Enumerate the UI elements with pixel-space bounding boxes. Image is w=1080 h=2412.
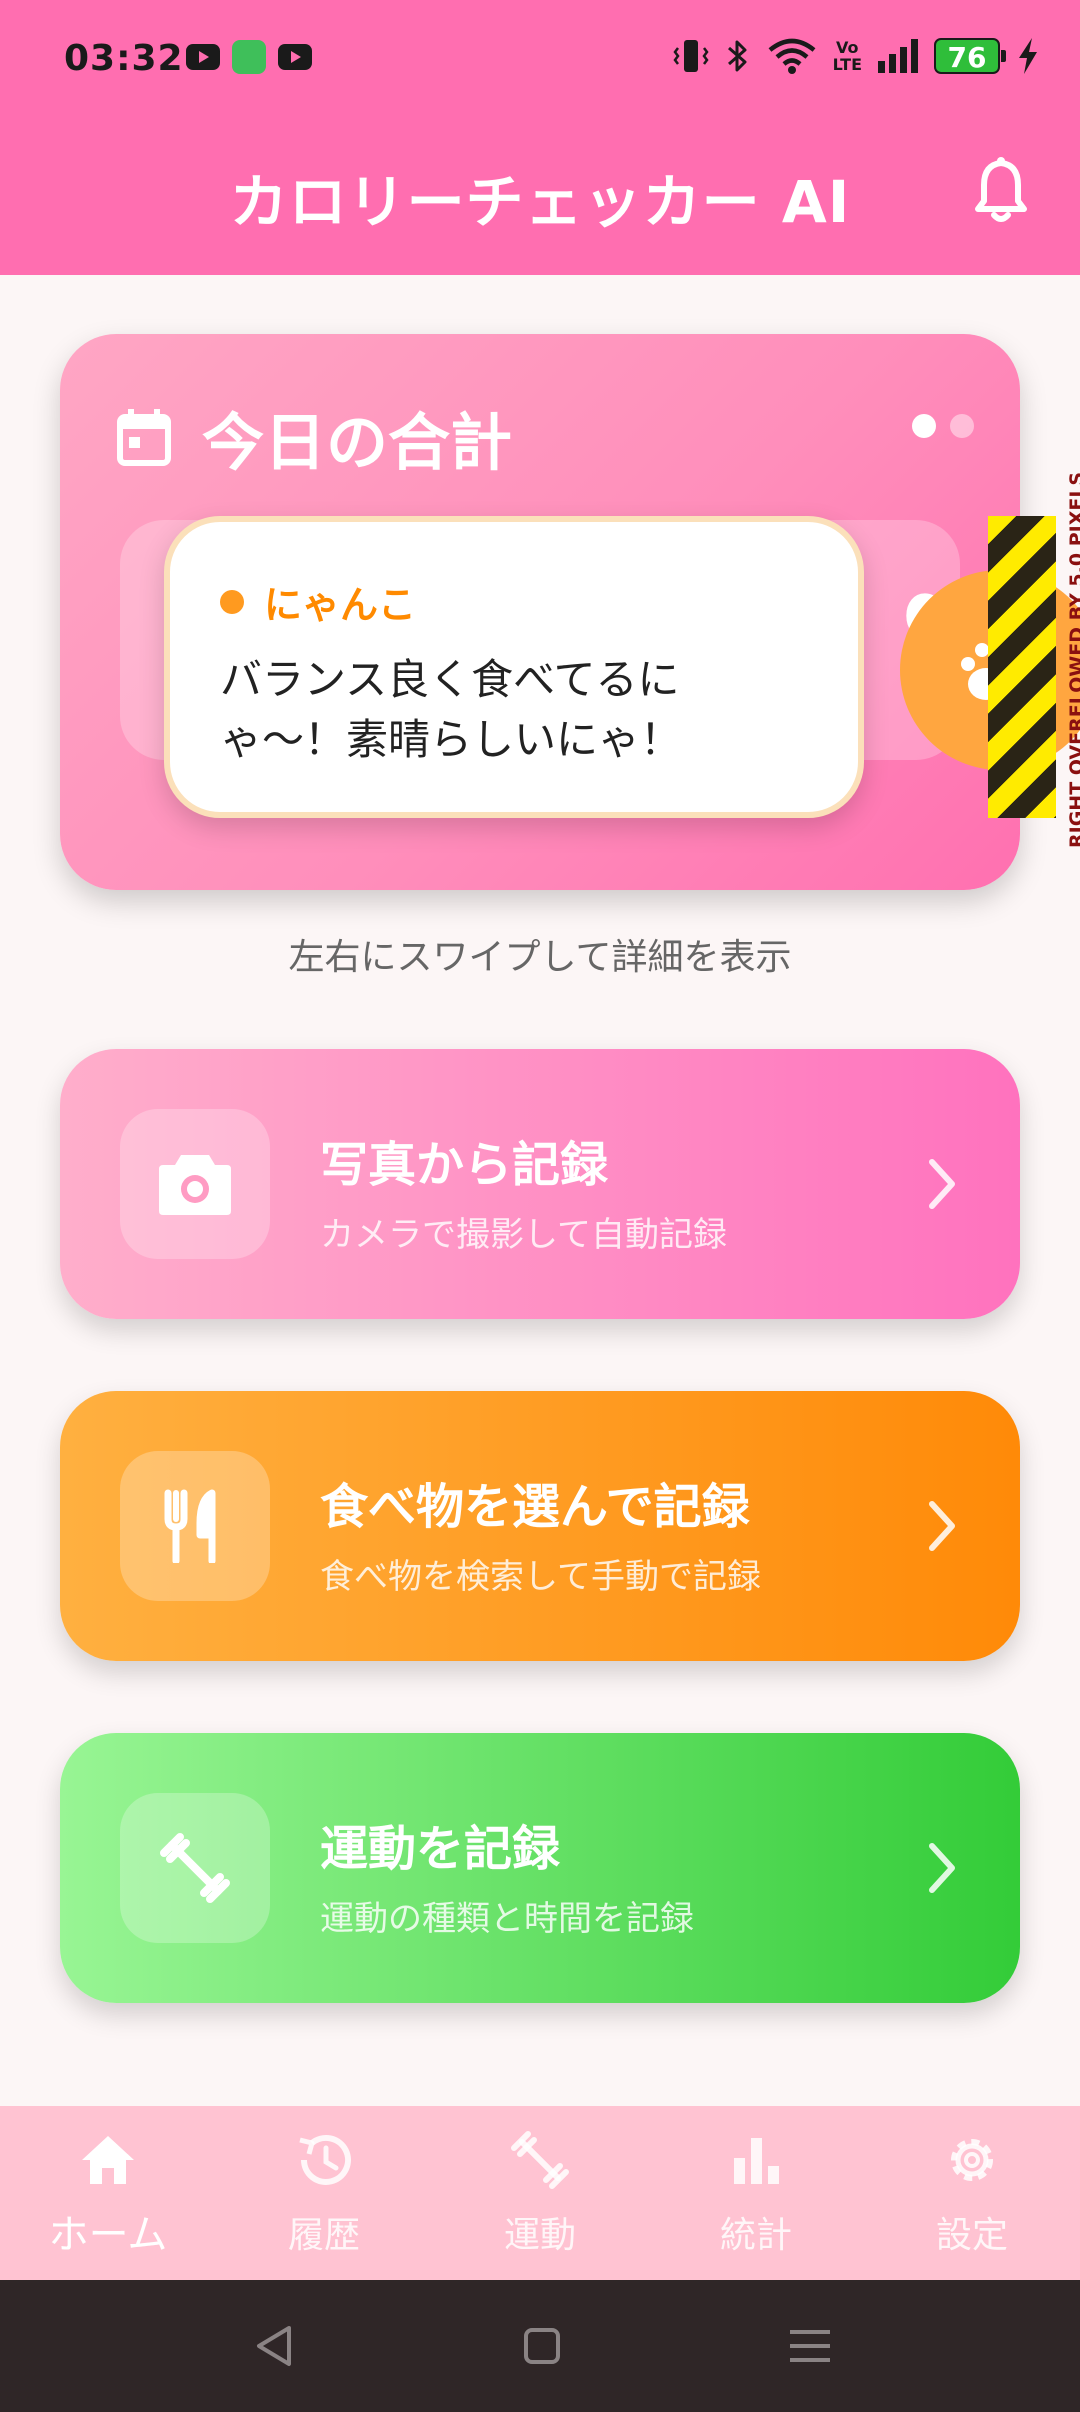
action-title: 食べ物を選んで記録 (320, 1479, 750, 1535)
action-subtitle: カメラで撮影して自動記録 (320, 1215, 727, 1255)
top-bar: 03:32 Vo LTE 76 カロリーチェッカー AI (0, 0, 1080, 275)
food-icon-box (120, 1451, 270, 1601)
speaker-name: にゃんこ (264, 583, 417, 627)
summary-header: 今日の合計 (116, 392, 512, 482)
volte-line2: LTE (832, 55, 862, 74)
mascot-speech-bubble: にゃんこ バランス良く食べてるにゃ〜！素晴らしいにゃ！ (164, 516, 864, 818)
vibrate-icon (673, 40, 709, 72)
nav-label: 運動 (503, 2215, 576, 2256)
youtube-icon (186, 44, 220, 70)
nav-stats[interactable]: 統計 (648, 2106, 864, 2280)
nav-history[interactable]: 履歴 (216, 2106, 432, 2280)
chevron-right-icon (929, 1843, 955, 1893)
charging-bolt-icon (1019, 38, 1037, 74)
home-button-icon[interactable] (514, 2318, 570, 2374)
home-icon (82, 2136, 134, 2184)
back-icon[interactable] (247, 2318, 303, 2374)
page-indicator (912, 414, 974, 438)
dumbbell-icon (511, 2131, 569, 2189)
camera-icon (159, 1155, 231, 1215)
photo-record-button[interactable]: 写真から記録 カメラで撮影して自動記録 (60, 1049, 1020, 1319)
bottom-navigation: ホーム 履歴 運動 統計 設定 (0, 2106, 1080, 2280)
action-subtitle: 食べ物を検索して手動で記録 (320, 1557, 761, 1597)
exercise-record-button[interactable]: 運動を記録 運動の種類と時間を記録 (60, 1733, 1020, 2003)
fork-knife-icon (164, 1489, 216, 1563)
summary-title: 今日の合計 (202, 406, 513, 479)
status-time: 03:32 (64, 38, 184, 79)
action-title: 写真から記録 (320, 1137, 609, 1193)
speech-message: バランス良く食べてるにゃ〜！素晴らしいにゃ！ (220, 655, 683, 764)
nav-label: 統計 (719, 2215, 792, 2256)
gear-icon (951, 2139, 993, 2181)
bluetooth-icon (727, 40, 747, 72)
wifi-icon (768, 38, 816, 74)
nav-settings[interactable]: 設定 (864, 2106, 1080, 2280)
overflow-warning-label: RIGHT OVERFLOWED BY 5.0 PIXELS (1066, 471, 1080, 848)
swipe-hint: 左右にスワイプして詳細を表示 (288, 937, 792, 978)
nav-label: 設定 (935, 2215, 1008, 2256)
chevron-right-icon (929, 1501, 955, 1551)
action-subtitle: 運動の種類と時間を記録 (320, 1899, 694, 1939)
page-dot-active (912, 414, 936, 438)
action-title: 運動を記録 (320, 1821, 561, 1877)
android-app-icon (232, 40, 266, 74)
bar-chart-icon (734, 2138, 779, 2184)
calendar-icon (117, 409, 171, 466)
dumbbell-icon (160, 1833, 230, 1903)
youtube-icon (278, 44, 312, 70)
history-icon (299, 2134, 351, 2185)
nav-label: ホーム (48, 2212, 168, 2258)
battery-indicator: 76 (934, 38, 1006, 74)
notification-app-icons (186, 40, 312, 74)
speaker-row: にゃんこ (220, 574, 416, 629)
page-dot (950, 414, 974, 438)
volte-indicator: Vo LTE (833, 39, 862, 73)
nav-label: 履歴 (287, 2215, 360, 2256)
app-title: カロリーチェッカー AI (229, 168, 851, 236)
status-bar: 03:32 Vo LTE 76 (0, 0, 1080, 125)
volte-line1: Vo (836, 38, 859, 57)
food-select-record-button[interactable]: 食べ物を選んで記録 食べ物を検索して手動で記録 (60, 1391, 1020, 1661)
overflow-warning-stripe (988, 516, 1056, 818)
camera-icon-box (120, 1109, 270, 1259)
status-indicators: Vo LTE 76 (673, 36, 1040, 76)
bell-icon[interactable] (966, 155, 1036, 227)
nav-home[interactable]: ホーム (0, 2106, 216, 2280)
system-navigation-bar (0, 2280, 1080, 2412)
exercise-icon-box (120, 1793, 270, 1943)
speaker-dot (220, 589, 244, 614)
cell-signal-icon (878, 39, 918, 73)
nav-exercise[interactable]: 運動 (432, 2106, 648, 2280)
recents-menu-icon[interactable] (782, 2318, 838, 2374)
chevron-right-icon (929, 1159, 955, 1209)
